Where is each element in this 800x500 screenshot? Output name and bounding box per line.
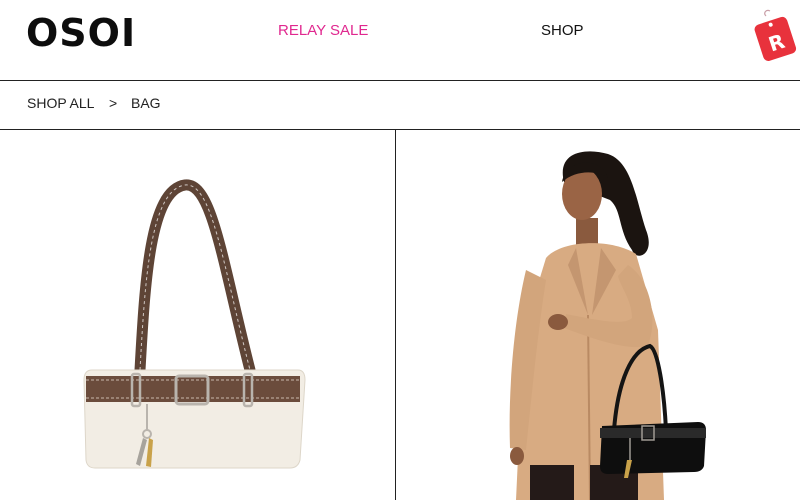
breadcrumb: SHOP ALL > BAG bbox=[0, 81, 800, 130]
product-tile-bag[interactable] bbox=[0, 130, 395, 500]
product-grid bbox=[0, 130, 800, 500]
breadcrumb-bag[interactable]: BAG bbox=[131, 95, 161, 111]
site-header: OSOI RELAY SALE SHOP R bbox=[0, 0, 800, 81]
brand-logo[interactable]: OSOI bbox=[26, 11, 136, 55]
bag-product-image bbox=[83, 179, 306, 469]
model-with-bag-image bbox=[509, 151, 706, 500]
nav-relay-sale-link[interactable]: RELAY SALE bbox=[278, 22, 368, 39]
product-tile-model[interactable] bbox=[396, 130, 800, 500]
breadcrumb-shop-all[interactable]: SHOP ALL bbox=[27, 95, 94, 111]
cart-icon[interactable]: R bbox=[752, 8, 798, 64]
breadcrumb-separator: > bbox=[109, 95, 118, 111]
nav-shop-link[interactable]: SHOP bbox=[541, 22, 584, 39]
